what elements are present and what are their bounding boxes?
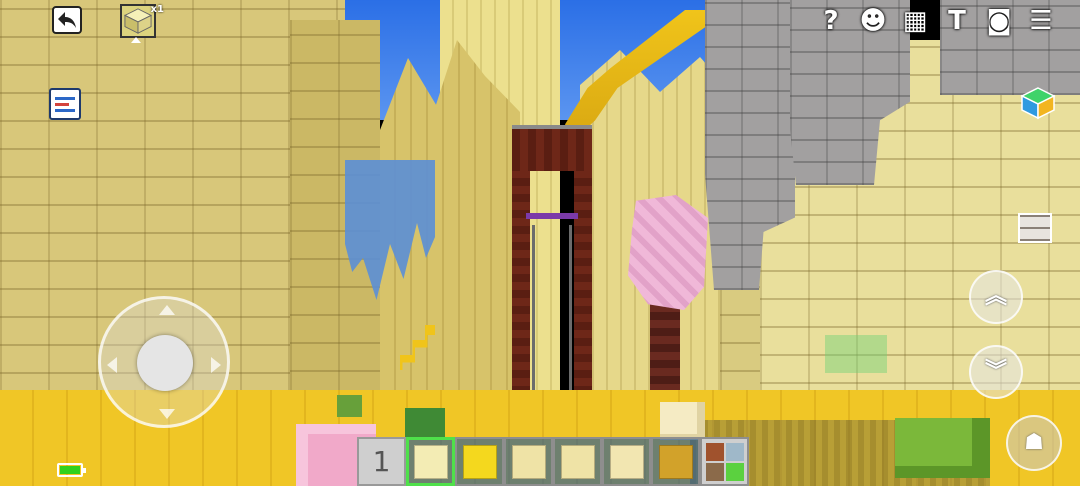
arrow-up-icon [159, 305, 175, 315]
help-icon: ? [823, 6, 839, 36]
block-highlight [825, 335, 887, 373]
hotbar-slot-4[interactable] [553, 437, 602, 486]
hotbar-slot-5[interactable] [602, 437, 651, 486]
inventory-button[interactable] [700, 437, 749, 486]
build-mode-button[interactable] [1020, 86, 1056, 120]
hotbar-count-slot[interactable]: 1 [357, 437, 406, 486]
selected-block-button[interactable]: x1 [120, 4, 164, 38]
wooden-tower [512, 125, 592, 415]
sand-block [660, 402, 705, 440]
sandstone-cube-icon [123, 8, 153, 34]
hotbar-slot-2[interactable] [455, 437, 504, 486]
settings-list-icon: ☰ [1029, 6, 1053, 36]
lantern-block-icon [658, 444, 693, 479]
colored-cube-icon [1020, 87, 1056, 120]
hotbar: 1 [357, 437, 749, 486]
hotbar-slot-1[interactable] [406, 437, 455, 486]
gold-block-icon [462, 444, 497, 479]
friends-button[interactable]: ☻ [852, 4, 894, 38]
hotbar-slot-3[interactable] [504, 437, 553, 486]
back-button[interactable] [52, 6, 82, 34]
double-chevron-up-icon: ︽ [984, 284, 1007, 309]
arrow-left-icon [107, 357, 117, 373]
text-tool-button[interactable]: T [936, 4, 978, 38]
block-library-button[interactable] [1018, 213, 1052, 243]
help-button[interactable]: ? [810, 4, 852, 38]
friends-icon: ☻ [859, 6, 887, 36]
arrow-right-icon [211, 357, 221, 373]
battery-indicator [57, 463, 86, 477]
caret-up-icon [131, 37, 141, 43]
text-tool-icon: T [948, 6, 966, 36]
hotbar-count: 1 [372, 445, 391, 478]
camera-button[interactable]: ◙ [978, 4, 1020, 38]
list-menu-icon [55, 94, 75, 115]
block-count-badge: x1 [150, 4, 164, 15]
arrow-down-icon [159, 409, 175, 419]
chat-menu-button[interactable] [49, 88, 81, 120]
smooth-sandstone-icon [609, 444, 644, 479]
chiseled-sandstone-icon [511, 444, 546, 479]
camera-icon: ◙ [986, 6, 1012, 36]
grid-button[interactable]: ▦ [894, 4, 936, 38]
sandstone-brick-icon [560, 444, 595, 479]
grid-icon: ▦ [902, 6, 928, 36]
battery-level [60, 466, 80, 474]
joystick-knob[interactable] [137, 335, 193, 391]
tree-trunk [650, 300, 680, 400]
back-arrow-icon [58, 12, 76, 28]
settings-button[interactable]: ☰ [1020, 4, 1062, 38]
inventory-grid-icon [705, 442, 744, 481]
hotbar-slot-6[interactable] [651, 437, 700, 486]
character-icon: ☗ [1024, 430, 1044, 455]
double-chevron-down-icon: ︾ [984, 359, 1007, 384]
movement-joystick[interactable] [98, 296, 230, 428]
sandstone-block-icon [413, 444, 448, 479]
cherry-blossom-leaves [628, 195, 708, 310]
melon-block [337, 395, 362, 417]
fly-down-button[interactable]: ︾ [969, 345, 1023, 399]
fly-up-button[interactable]: ︽ [969, 270, 1023, 324]
melon-block [405, 408, 445, 440]
top-toolbar: ? ☻ ▦ T ◙ ☰ [810, 4, 1062, 38]
jump-button[interactable]: ☗ [1006, 415, 1062, 471]
melon-block [895, 418, 990, 478]
